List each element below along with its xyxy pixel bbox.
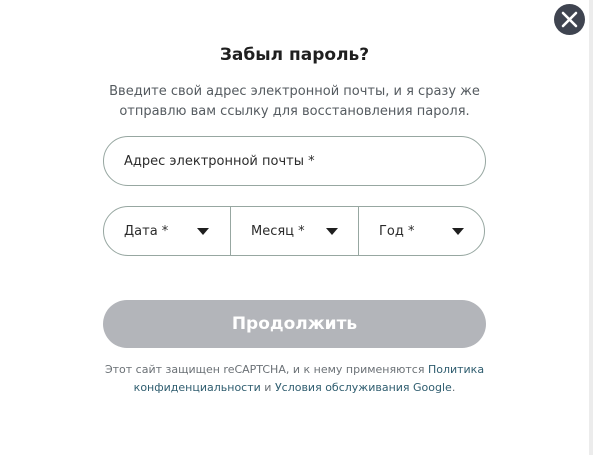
legal-connector: и (260, 381, 275, 394)
recaptcha-notice: Этот сайт защищен reCAPTCHA, и к нему пр… (0, 361, 589, 397)
caret-down-icon (326, 228, 338, 235)
caret-down-icon (197, 228, 209, 235)
background-edge (589, 0, 593, 455)
day-select[interactable]: Дата * (104, 207, 230, 255)
privacy-policy-link-end[interactable]: конфиденциальности (134, 381, 261, 394)
terms-of-service-link[interactable]: Условия обслуживания Google (275, 381, 452, 394)
birthdate-selects: Дата * Месяц * Год * (103, 206, 485, 256)
day-select-label: Дата * (124, 223, 169, 239)
dialog-title: Забыл пароль? (219, 45, 370, 65)
legal-line-1: Этот сайт защищен reCAPTCHA, и к нему пр… (0, 361, 589, 379)
description-line-1: Введите свой адрес электронной почты, и … (109, 84, 480, 99)
forgot-password-dialog: Забыл пароль? Введите свой адрес электро… (0, 0, 593, 455)
continue-button[interactable]: Продолжить (103, 300, 486, 348)
caret-down-icon (452, 228, 464, 235)
month-select-label: Месяц * (251, 223, 305, 239)
close-icon (561, 11, 578, 28)
dialog-description: Введите свой адрес электронной почты, и … (0, 82, 589, 122)
legal-line-2: конфиденциальности и Условия обслуживани… (0, 379, 589, 397)
year-select[interactable]: Год * (358, 207, 484, 255)
email-field[interactable]: Адрес электронной почты * (103, 136, 486, 186)
description-line-2: отправлю вам ссылку для восстановления п… (119, 104, 470, 119)
email-placeholder: Адрес электронной почты * (124, 153, 315, 169)
legal-suffix: . (451, 381, 456, 394)
close-button[interactable] (554, 4, 585, 35)
legal-prefix: Этот сайт защищен reCAPTCHA, и к нему пр… (104, 363, 428, 376)
month-select[interactable]: Месяц * (230, 207, 358, 255)
privacy-policy-link-start[interactable]: Политика (428, 363, 484, 376)
year-select-label: Год * (379, 223, 415, 239)
